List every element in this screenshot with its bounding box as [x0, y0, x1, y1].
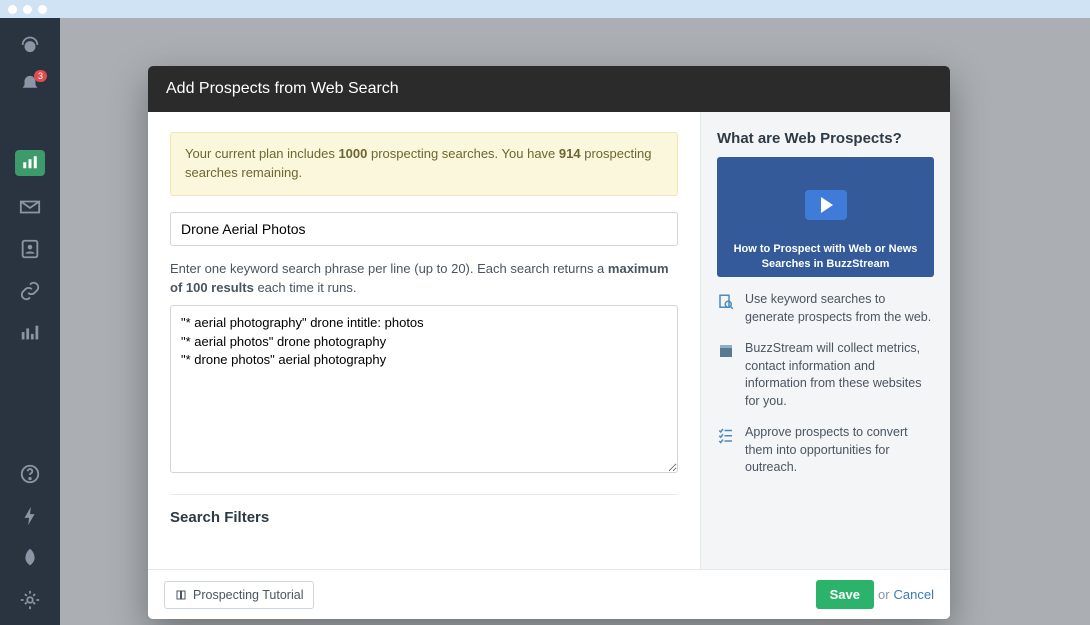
cancel-link[interactable]: Cancel: [894, 587, 934, 602]
sidebar-item-reports[interactable]: [19, 322, 41, 344]
prospecting-tutorial-button[interactable]: Prospecting Tutorial: [164, 581, 314, 609]
add-prospects-modal: Add Prospects from Web Search Your curre…: [148, 66, 950, 619]
queries-help-text: Enter one keyword search phrase per line…: [170, 260, 678, 298]
sidebar-item-links[interactable]: [19, 280, 41, 302]
modal-sidebar: What are Web Prospects? How to Prospect …: [700, 112, 950, 569]
tutorial-video[interactable]: How to Prospect with Web or News Searche…: [717, 157, 934, 277]
traffic-light-close-icon[interactable]: [8, 5, 17, 14]
sidebar-title: What are Web Prospects?: [717, 130, 934, 147]
divider: [170, 494, 678, 495]
window-titlebar: [0, 0, 1090, 18]
play-icon[interactable]: [805, 190, 847, 220]
notifications-icon[interactable]: 3: [19, 74, 41, 96]
search-doc-icon: [717, 293, 735, 311]
notifications-badge: 3: [34, 70, 47, 82]
benefit-item: BuzzStream will collect metrics, contact…: [717, 340, 934, 410]
sidebar-item-contacts[interactable]: [19, 238, 41, 260]
search-filters-heading: Search Filters: [170, 509, 678, 526]
logo-icon[interactable]: [19, 32, 41, 54]
video-caption: How to Prospect with Web or News Searche…: [717, 236, 934, 277]
benefit-item: Use keyword searches to generate prospec…: [717, 291, 934, 326]
queries-textarea[interactable]: [170, 305, 678, 473]
modal-footer: Prospecting Tutorial Save or Cancel: [148, 569, 950, 619]
book-icon: [175, 589, 187, 601]
box-icon: [717, 342, 735, 360]
plan-searches-total: 1000: [338, 146, 367, 161]
app-sidebar: 3: [0, 18, 60, 625]
search-name-input[interactable]: [170, 212, 678, 246]
traffic-light-zoom-icon[interactable]: [38, 5, 47, 14]
sidebar-item-research[interactable]: [15, 150, 45, 176]
plan-usage-alert: Your current plan includes 1000 prospect…: [170, 132, 678, 196]
modal-main: Your current plan includes 1000 prospect…: [148, 112, 700, 569]
save-button[interactable]: Save: [816, 580, 874, 609]
benefit-item: Approve prospects to convert them into o…: [717, 424, 934, 477]
sidebar-item-launch[interactable]: [19, 547, 41, 569]
sidebar-item-help[interactable]: [19, 463, 41, 485]
plan-searches-remaining: 914: [559, 146, 581, 161]
sidebar-item-settings[interactable]: [19, 589, 41, 611]
sidebar-item-boost[interactable]: [19, 505, 41, 527]
traffic-light-minimize-icon[interactable]: [23, 5, 32, 14]
sidebar-item-outreach[interactable]: [19, 196, 41, 218]
checklist-icon: [717, 426, 735, 444]
modal-title: Add Prospects from Web Search: [148, 66, 950, 112]
